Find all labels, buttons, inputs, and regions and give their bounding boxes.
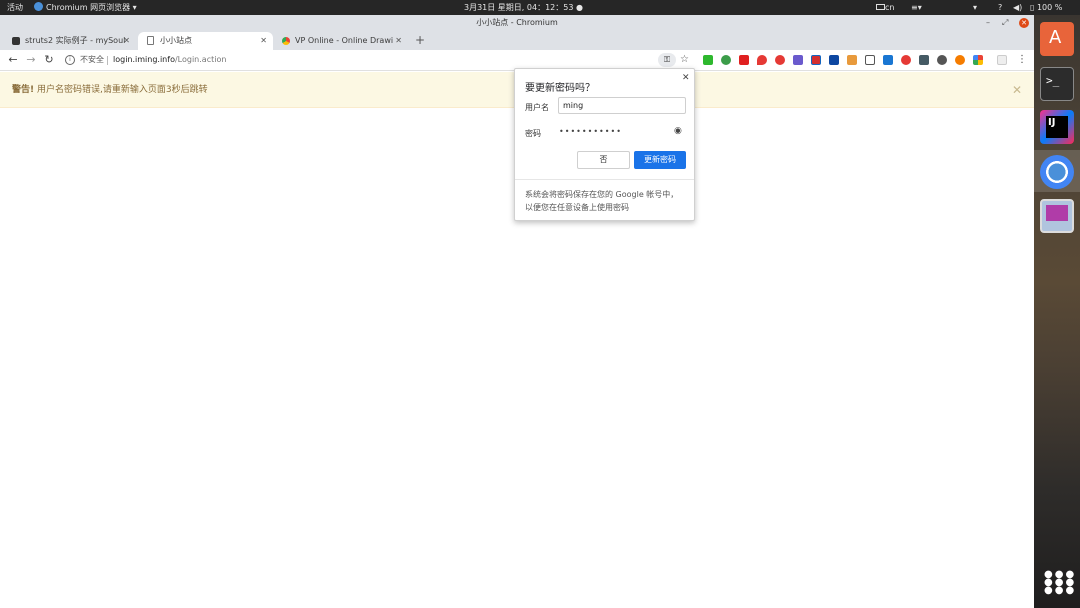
close-icon[interactable]: ✕ — [682, 73, 690, 83]
tab-struts2[interactable]: struts2 实际例子 - mySoul ✕ — [3, 32, 136, 50]
extension-flag-icon[interactable] — [811, 55, 821, 65]
notification-dot-icon: ● — [575, 3, 583, 12]
close-icon[interactable]: ✕ — [1012, 72, 1022, 108]
chromium-icon — [34, 2, 43, 11]
show-applications-icon[interactable]: ●●● ●●● ●●● — [1040, 569, 1074, 603]
omnibox-divider — [107, 56, 108, 65]
volume-icon[interactable]: ◀) — [1013, 2, 1022, 13]
alert-message: 用户名密码错误,请重新输入页面3秒后跳转 — [37, 85, 208, 95]
tab-strip: struts2 实际例子 - mySoul ✕ 小小站点 ✕ VP Online… — [0, 31, 1034, 50]
help-icon[interactable]: ? — [998, 2, 1002, 13]
chevron-down-icon: ▾ — [132, 3, 137, 12]
chrome-favicon-icon — [282, 37, 290, 45]
system-top-bar: 活动 Chromium 网页浏览器 ▾ 3月31日 星期日, 04：12：53 … — [0, 0, 1080, 15]
minimize-icon[interactable]: – — [986, 15, 990, 31]
input-method-indicator[interactable]: cn — [876, 2, 894, 13]
extension-red-icon[interactable] — [739, 55, 749, 65]
extension-alert-icon[interactable] — [901, 55, 911, 65]
extension-box-icon[interactable] — [847, 55, 857, 65]
software-center-icon[interactable]: A — [1040, 22, 1074, 56]
gear-icon[interactable] — [937, 55, 947, 65]
app-menu[interactable]: Chromium 网页浏览器 ▾ — [34, 2, 137, 13]
alert-prefix: 警告! — [12, 85, 35, 95]
tab-label: struts2 实际例子 - mySoul — [25, 36, 126, 45]
reload-icon[interactable]: ↻ — [42, 53, 56, 67]
remote-desktop-icon[interactable] — [1040, 199, 1074, 233]
address-bar[interactable]: login.iming.info/Login.action — [113, 54, 226, 66]
battery-icon: ▯ — [1030, 3, 1035, 12]
extension-p-icon[interactable] — [883, 55, 893, 65]
extension-circle-icon[interactable] — [721, 55, 731, 65]
url-host: login.iming.info — [113, 55, 175, 64]
battery-indicator[interactable]: ▯ 100 % — [1030, 2, 1062, 13]
password-field[interactable]: ••••••••••• — [559, 127, 622, 136]
tab-vp-online[interactable]: VP Online - Online Drawi ✕ — [273, 32, 408, 50]
intellij-icon[interactable]: IJ — [1040, 110, 1074, 144]
star-icon[interactable]: ☆ — [680, 53, 692, 67]
extension-google-icon[interactable] — [973, 55, 983, 65]
more-menu-icon[interactable]: ⋮ — [1017, 53, 1027, 67]
extension-tower-icon[interactable] — [829, 55, 839, 65]
clock[interactable]: 3月31日 星期日, 04：12：53 ● — [464, 2, 583, 13]
input-method-label: cn — [885, 3, 895, 12]
keyboard-icon — [876, 4, 885, 10]
battery-label: 100 % — [1036, 3, 1063, 12]
username-label: 用户名 — [525, 103, 549, 112]
info-icon[interactable]: i — [65, 55, 75, 65]
footer-line: 系统会将密码保存在您的 Google 帐号中， — [525, 190, 679, 199]
extension-font-icon[interactable] — [865, 55, 875, 65]
window-titlebar: 小小站点 - Chromium — [0, 15, 1034, 31]
footer-line: 以便您在任意设备上使用密码 — [525, 203, 629, 212]
window-title: 小小站点 - Chromium — [476, 18, 558, 27]
forward-icon[interactable]: → — [24, 53, 38, 67]
menu-lines-icon[interactable]: ≡▾ — [911, 2, 922, 13]
no-button[interactable]: 否 — [577, 151, 630, 169]
app-menu-label: Chromium 网页浏览器 — [46, 3, 131, 12]
security-label[interactable]: 不安全 — [80, 54, 104, 66]
password-label: 密码 — [525, 129, 541, 138]
tab-label: 小小站点 — [160, 36, 192, 45]
extension-screen-icon[interactable] — [919, 55, 929, 65]
close-window-button[interactable]: ✕ — [1019, 18, 1029, 28]
maximize-icon[interactable]: ⤢ — [1002, 15, 1008, 31]
tab-label: VP Online - Online Drawi — [295, 36, 394, 45]
dialog-title: 要更新密码吗？ — [525, 83, 595, 94]
terminal-icon[interactable]: >_ — [1040, 67, 1074, 101]
username-field[interactable] — [558, 97, 686, 114]
back-icon[interactable]: ← — [6, 53, 20, 67]
activities-button[interactable]: 活动 — [7, 2, 23, 13]
clock-label: 3月31日 星期日, 04：12：53 — [464, 3, 574, 12]
extension-puzzle-icon[interactable] — [793, 55, 803, 65]
eye-icon[interactable]: ◉ — [674, 126, 682, 136]
divider — [515, 179, 694, 180]
chevron-down-icon[interactable]: ▾ — [973, 2, 977, 13]
extension-round-icon[interactable] — [775, 55, 785, 65]
chromium-icon[interactable] — [1040, 155, 1074, 189]
key-icon[interactable]: ⚿ — [658, 53, 676, 67]
favicon-icon — [12, 37, 20, 45]
update-password-button[interactable]: 更新密码 — [634, 151, 686, 169]
extension-shield-icon[interactable] — [703, 55, 713, 65]
page-icon — [147, 36, 154, 45]
close-icon[interactable]: ✕ — [123, 32, 130, 50]
extension-pin-icon[interactable] — [757, 55, 767, 65]
tab-xiaoxiao-site[interactable]: 小小站点 ✕ — [138, 32, 273, 50]
extension-hand-icon[interactable] — [997, 55, 1007, 65]
close-icon[interactable]: ✕ — [260, 32, 267, 50]
dialog-footer: 系统会将密码保存在您的 Google 帐号中， 以便您在任意设备上使用密码 — [525, 188, 690, 214]
close-icon[interactable]: ✕ — [393, 32, 402, 50]
new-tab-button[interactable]: + — [415, 32, 427, 48]
extension-orange-icon[interactable] — [955, 55, 965, 65]
ubuntu-dock: A >_ IJ ●●● ●●● ●●● — [1034, 15, 1080, 608]
url-path: /Login.action — [174, 55, 227, 64]
update-password-dialog: 要更新密码吗？ ✕ 用户名 密码 ••••••••••• ◉ 否 更新密码 系统… — [514, 68, 695, 221]
